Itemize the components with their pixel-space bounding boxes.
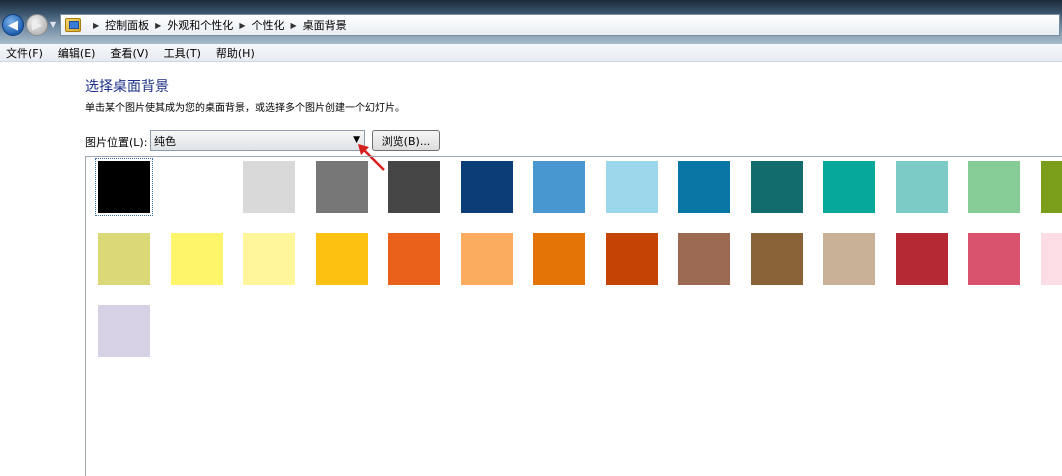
menu-help[interactable]: 帮助(H) xyxy=(216,45,255,61)
breadcrumb-desktop-background[interactable]: 桌面背景 xyxy=(303,17,347,33)
menu-bar: 文件(F) 编辑(E) 查看(V) 工具(T) 帮助(H) xyxy=(0,44,1062,62)
color-swatch[interactable] xyxy=(750,161,803,213)
menu-view[interactable]: 查看(V) xyxy=(110,45,148,61)
back-arrow-icon: ◀ xyxy=(8,17,18,33)
color-swatch[interactable] xyxy=(1040,161,1062,213)
menu-file[interactable]: 文件(F) xyxy=(6,45,43,61)
breadcrumb-appearance[interactable]: 外观和个性化 xyxy=(167,17,233,33)
menu-tools[interactable]: 工具(T) xyxy=(164,45,201,61)
breadcrumb-separator-icon[interactable]: ▶ xyxy=(239,21,245,30)
breadcrumb-separator-icon[interactable]: ▶ xyxy=(290,21,296,30)
color-swatch[interactable] xyxy=(98,305,150,357)
back-button[interactable]: ◀ xyxy=(2,14,24,36)
color-swatch[interactable] xyxy=(678,233,730,285)
color-swatch[interactable] xyxy=(1040,233,1062,285)
breadcrumb[interactable]: ▶ 控制面板 ▶ 外观和个性化 ▶ 个性化 ▶ 桌面背景 xyxy=(60,14,1060,36)
address-bar: ◀ ▶ ▼ ▶ 控制面板 ▶ 外观和个性化 ▶ 个性化 ▶ 桌面背景 xyxy=(0,0,1062,44)
color-swatch[interactable] xyxy=(98,233,150,285)
color-swatch[interactable] xyxy=(170,161,223,213)
color-swatch[interactable] xyxy=(533,233,585,285)
forward-arrow-icon: ▶ xyxy=(32,17,42,33)
forward-button[interactable]: ▶ xyxy=(26,14,48,36)
breadcrumb-personalization[interactable]: 个性化 xyxy=(251,17,284,33)
control-panel-icon xyxy=(65,18,81,32)
picture-location-select[interactable]: 纯色 ▼ xyxy=(150,130,365,151)
color-swatch[interactable] xyxy=(533,161,585,213)
color-swatch[interactable] xyxy=(605,161,658,213)
content-area: 选择桌面背景 单击某个图片使其成为您的桌面背景，或选择多个图片创建一个幻灯片。 … xyxy=(0,62,1062,476)
color-swatch[interactable] xyxy=(170,233,223,285)
color-swatch-grid xyxy=(85,156,1062,476)
color-swatch[interactable] xyxy=(823,161,875,213)
color-swatch[interactable] xyxy=(315,233,368,285)
color-swatch[interactable] xyxy=(968,233,1020,285)
color-swatch[interactable] xyxy=(895,233,948,285)
color-swatch[interactable] xyxy=(460,233,513,285)
color-swatch[interactable] xyxy=(243,161,295,213)
picture-location-label: 图片位置(L): xyxy=(85,136,148,149)
breadcrumb-separator-icon[interactable]: ▶ xyxy=(93,21,99,30)
color-swatch[interactable] xyxy=(678,161,730,213)
history-dropdown-icon[interactable]: ▼ xyxy=(50,20,56,29)
color-swatch[interactable] xyxy=(95,158,153,216)
color-swatch[interactable] xyxy=(750,233,803,285)
color-swatch[interactable] xyxy=(315,161,368,213)
picture-location-value: 纯色 xyxy=(154,134,176,148)
color-swatch[interactable] xyxy=(243,233,295,285)
page-title: 选择桌面背景 xyxy=(85,79,169,95)
desktop-background-window: ◀ ▶ ▼ ▶ 控制面板 ▶ 外观和个性化 ▶ 个性化 ▶ 桌面背景 文件(F)… xyxy=(0,0,1062,476)
color-swatch[interactable] xyxy=(388,233,440,285)
color-swatch[interactable] xyxy=(823,233,875,285)
color-swatch[interactable] xyxy=(388,161,440,213)
page-subtitle: 单击某个图片使其成为您的桌面背景，或选择多个图片创建一个幻灯片。 xyxy=(85,103,405,114)
color-swatch[interactable] xyxy=(895,161,948,213)
color-swatch[interactable] xyxy=(968,161,1020,213)
menu-edit[interactable]: 编辑(E) xyxy=(58,45,96,61)
breadcrumb-separator-icon[interactable]: ▶ xyxy=(155,21,161,30)
color-swatch[interactable] xyxy=(605,233,658,285)
breadcrumb-control-panel[interactable]: 控制面板 xyxy=(105,17,149,33)
color-swatch[interactable] xyxy=(460,161,513,213)
